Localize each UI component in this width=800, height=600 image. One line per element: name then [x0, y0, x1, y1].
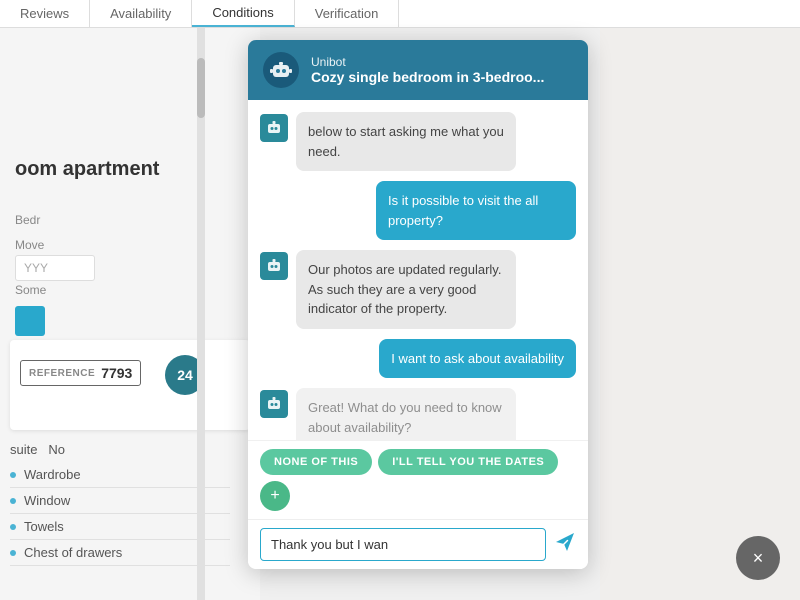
suite-label: suite [10, 442, 37, 457]
bot-message-2: Our photos are updated regularly. As suc… [260, 250, 576, 329]
bot-message-1: below to start asking me what you need. [260, 112, 576, 171]
dot-icon [10, 472, 16, 478]
chatbot-icon [263, 52, 299, 88]
bot-avatar-2 [260, 252, 288, 280]
user-message-1: Is it possible to visit the all property… [260, 181, 576, 240]
bot-message-bubble-1: below to start asking me what you need. [296, 112, 516, 171]
quick-reply-dates[interactable]: I'LL TELL YOU THE DATES [378, 449, 558, 475]
chat-overlay: Unibot Cozy single bedroom in 3-bedroo..… [248, 40, 588, 569]
some-label: Some [15, 283, 245, 297]
close-button[interactable]: × [736, 536, 780, 580]
reference-number: 7793 [101, 365, 132, 381]
user-message-bubble-2: I want to ask about availability [379, 339, 576, 379]
tab-verification[interactable]: Verification [295, 0, 400, 27]
tab-conditions[interactable]: Conditions [192, 0, 294, 27]
send-button[interactable] [554, 531, 576, 559]
dot-icon [10, 550, 16, 556]
quick-replies: NONE OF THIS I'LL TELL YOU THE DATES + [248, 440, 588, 519]
chat-input-row [248, 519, 588, 569]
scrollbar-thumb[interactable] [197, 58, 205, 118]
scrollbar-track [197, 28, 205, 600]
room-title: oom apartment [15, 158, 245, 181]
chat-header: Unibot Cozy single bedroom in 3-bedroo..… [248, 40, 588, 100]
right-panel [600, 28, 800, 600]
reference-card: REFERENCE 7793 24 [10, 340, 250, 430]
bot-message-3: Great! What do you need to know about av… [260, 388, 576, 440]
reference-label: REFERENCE [29, 368, 95, 379]
suite-row: suite No [10, 442, 65, 457]
dot-icon [10, 498, 16, 504]
quick-reply-none[interactable]: NONE OF THIS [260, 449, 372, 475]
tab-availability[interactable]: Availability [90, 0, 192, 27]
bot-avatar-3 [260, 390, 288, 418]
bot-avatar-1 [260, 114, 288, 142]
bot-message-bubble-3: Great! What do you need to know about av… [296, 388, 516, 440]
dot-icon [10, 524, 16, 530]
reference-badge: REFERENCE 7793 [20, 360, 141, 386]
bedroom-label: Bedr [15, 213, 245, 227]
chat-header-info: Unibot Cozy single bedroom in 3-bedroo..… [311, 55, 544, 85]
chat-messages: below to start asking me what you need. … [248, 100, 588, 440]
user-message-bubble-1: Is it possible to visit the all property… [376, 181, 576, 240]
move-label: Move [15, 238, 245, 252]
user-message-2: I want to ask about availability [260, 339, 576, 379]
date-input[interactable]: YYY [15, 255, 95, 281]
chat-property-title: Cozy single bedroom in 3-bedroo... [311, 69, 544, 85]
chatbot-name: Unibot [311, 55, 544, 69]
tab-reviews[interactable]: Reviews [0, 0, 90, 27]
bot-message-bubble-2: Our photos are updated regularly. As suc… [296, 250, 516, 329]
quick-reply-plus[interactable]: + [260, 481, 290, 511]
chat-input[interactable] [260, 528, 546, 561]
suite-value: No [48, 442, 65, 457]
top-nav: Reviews Availability Conditions Verifica… [0, 0, 800, 28]
